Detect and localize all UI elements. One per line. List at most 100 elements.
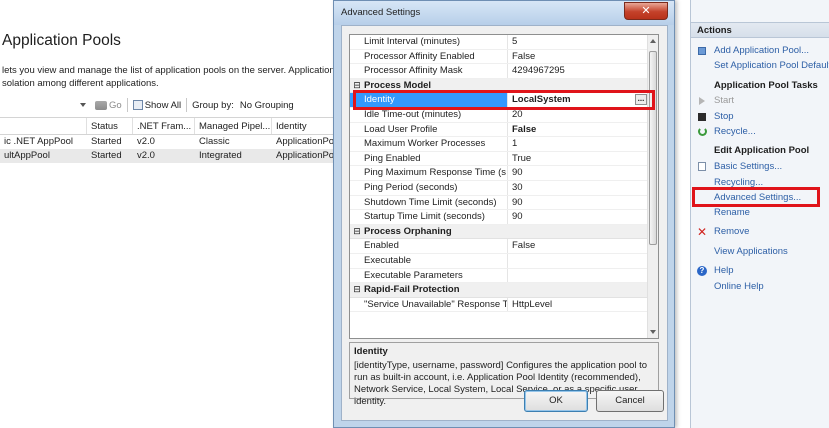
app-pool-tasks-label: Application Pool Tasks — [714, 80, 818, 91]
help-link[interactable]: ? Help — [697, 264, 734, 277]
ok-button[interactable]: OK — [524, 390, 588, 412]
go-icon — [95, 100, 107, 110]
property-row[interactable]: Idle Time-out (minutes) 20 — [350, 107, 648, 123]
add-app-pool-label: Add Application Pool... — [714, 45, 810, 56]
collapse-icon[interactable]: ⊟ — [350, 284, 364, 295]
property-value[interactable]: True — [508, 152, 648, 166]
property-row[interactable]: Executable — [350, 253, 648, 269]
property-row[interactable]: Load User Profile False — [350, 122, 648, 138]
stop-icon — [697, 112, 707, 122]
property-name: Shutdown Time Limit (seconds) — [350, 195, 508, 210]
table-cell: Classic — [199, 136, 230, 147]
collapse-icon[interactable]: ⊟ — [350, 226, 364, 237]
property-value[interactable]: 30 — [508, 181, 648, 195]
property-grid-scrollbar[interactable] — [647, 35, 658, 338]
property-value[interactable]: False — [508, 50, 648, 64]
property-row[interactable]: Startup Time Limit (seconds) 90 — [350, 210, 648, 225]
property-name: Ping Period (seconds) — [350, 180, 508, 195]
table-cell: ultAppPool — [4, 150, 50, 161]
actions-header: Actions — [691, 22, 829, 38]
page-description: lets you view and manage the list of app… — [2, 65, 335, 90]
recycle-link[interactable]: Recycle... — [697, 125, 756, 138]
help-label: Help — [714, 265, 734, 276]
start-label: Start — [714, 95, 735, 106]
property-rows: Limit Interval (minutes) 5 Processor Aff… — [350, 35, 648, 313]
column-header-status[interactable]: Status — [87, 118, 133, 134]
table-row[interactable]: ultAppPool Started v2.0 Integrated Appli… — [0, 149, 340, 163]
set-defaults-link[interactable]: Set Application Pool Defaults — [714, 59, 829, 72]
table-header: Status .NET Fram... Managed Pipel... Ide… — [0, 117, 340, 135]
property-name: Processor Affinity Mask — [350, 64, 508, 78]
property-value[interactable] — [508, 269, 648, 283]
property-name: Ping Enabled — [350, 151, 508, 166]
table-cell: ApplicationPo — [276, 150, 335, 161]
go-button[interactable]: Go — [92, 96, 125, 114]
app-pool-tasks-header: Application Pool Tasks — [714, 79, 818, 92]
dialog-client-area: Limit Interval (minutes) 5 Processor Aff… — [341, 25, 668, 421]
column-header-net-framework[interactable]: .NET Fram... — [133, 118, 195, 134]
property-row[interactable]: Limit Interval (minutes) 5 — [350, 35, 648, 50]
column-header-name[interactable] — [0, 118, 87, 134]
cancel-button[interactable]: Cancel — [596, 390, 664, 412]
column-header-identity[interactable]: Identity — [272, 118, 340, 134]
filter-toolbar: Go Show All Group by: No Grouping — [0, 95, 340, 115]
add-app-pool-link[interactable]: Add Application Pool... — [697, 44, 809, 57]
show-all-button[interactable]: Show All — [130, 96, 184, 114]
view-applications-link[interactable]: View Applications — [714, 245, 788, 258]
property-value[interactable] — [508, 254, 648, 268]
property-value[interactable]: 90 — [508, 210, 648, 224]
property-value[interactable]: 1 — [508, 137, 648, 151]
property-value[interactable]: 90 — [508, 196, 648, 210]
show-all-icon — [132, 100, 143, 110]
category-process-orphaning[interactable]: ⊟ Process Orphaning — [350, 224, 648, 240]
actions-panel: Actions Add Application Pool... Set Appl… — [690, 0, 829, 428]
table-row[interactable]: ic .NET AppPool Started v2.0 Classic App… — [0, 135, 340, 149]
start-link[interactable]: Start — [697, 94, 734, 107]
group-by-select[interactable]: No Grouping — [237, 96, 297, 114]
scroll-down-icon[interactable] — [650, 330, 656, 334]
property-row[interactable]: Shutdown Time Limit (seconds) 90 — [350, 195, 648, 211]
dialog-titlebar[interactable]: Advanced Settings ✕ — [334, 1, 674, 25]
property-row[interactable]: Maximum Worker Processes 1 — [350, 137, 648, 152]
property-row[interactable]: "Service Unavailable" Response Ty HttpLe… — [350, 297, 648, 313]
property-value[interactable]: 4294967295 — [508, 64, 648, 78]
column-header-pipeline[interactable]: Managed Pipel... — [195, 118, 272, 134]
property-name: Maximum Worker Processes — [350, 137, 508, 151]
category-rapid-fail[interactable]: ⊟ Rapid-Fail Protection — [350, 283, 648, 298]
category-label: Rapid-Fail Protection — [364, 284, 460, 296]
property-value[interactable]: False — [508, 239, 648, 253]
page-title: Application Pools — [2, 32, 121, 49]
property-row[interactable]: Enabled False — [350, 239, 648, 254]
property-value[interactable]: 5 — [508, 35, 648, 49]
close-button[interactable]: ✕ — [624, 2, 668, 20]
remove-link[interactable]: ✕ Remove — [697, 225, 749, 238]
property-row[interactable]: Processor Affinity Enabled False — [350, 49, 648, 65]
property-value[interactable]: False — [508, 123, 648, 137]
property-value[interactable]: 20 — [508, 108, 648, 122]
view-applications-label: View Applications — [714, 246, 788, 257]
dialog-title: Advanced Settings — [341, 7, 421, 18]
table-cell: v2.0 — [137, 150, 155, 161]
property-value[interactable]: HttpLevel — [508, 298, 648, 312]
property-row[interactable]: Processor Affinity Mask 4294967295 — [350, 64, 648, 79]
help-icon: ? — [697, 265, 707, 276]
property-row[interactable]: Ping Maximum Response Time (s 90 — [350, 166, 648, 181]
recycle-icon — [697, 127, 707, 137]
property-row[interactable]: Ping Period (seconds) 30 — [350, 180, 648, 196]
advanced-settings-dialog: Advanced Settings ✕ Limit Interval (minu… — [333, 0, 675, 428]
chevron-down-icon — [80, 103, 86, 107]
set-defaults-label: Set Application Pool Defaults — [714, 60, 829, 71]
filter-dropdown[interactable] — [0, 96, 92, 114]
online-help-link[interactable]: Online Help — [714, 280, 764, 293]
rename-link[interactable]: Rename — [714, 206, 750, 219]
stop-link[interactable]: Stop — [697, 110, 734, 123]
scroll-up-icon[interactable] — [650, 39, 656, 43]
basic-settings-link[interactable]: Basic Settings... — [697, 160, 782, 173]
property-row[interactable]: Executable Parameters — [350, 268, 648, 284]
property-name: Startup Time Limit (seconds) — [350, 210, 508, 224]
property-row[interactable]: Ping Enabled True — [350, 151, 648, 167]
property-value[interactable]: 90 — [508, 166, 648, 180]
scrollbar-thumb[interactable] — [649, 51, 657, 245]
property-grid: Limit Interval (minutes) 5 Processor Aff… — [349, 34, 659, 339]
advanced-settings-highlight-box — [692, 187, 820, 207]
